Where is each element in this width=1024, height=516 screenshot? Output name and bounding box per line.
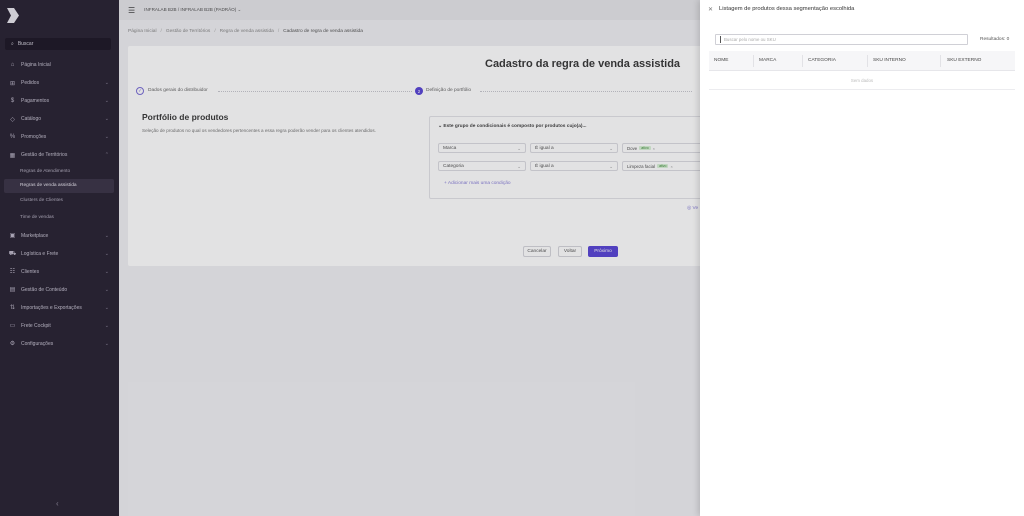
search-placeholder: Buscar pelo nome ou SKU xyxy=(724,37,776,42)
column-header[interactable]: SKU INTERNO xyxy=(873,58,906,63)
products-drawer: ✕ Listagem de produtos dessa segmentação… xyxy=(700,0,1024,516)
results-count: Resultados: 0 xyxy=(980,37,1010,42)
column-header[interactable]: MARCA xyxy=(759,58,776,63)
column-divider xyxy=(867,55,868,67)
column-header[interactable]: NOME xyxy=(714,58,728,63)
column-header[interactable]: SKU EXTERNO xyxy=(947,58,981,63)
empty-state: Sem dados xyxy=(709,71,1015,90)
product-search-input[interactable]: Buscar pelo nome ou SKU xyxy=(715,34,968,45)
products-table-header: NOME MARCA CATEGORIA SKU INTERNO SKU EXT… xyxy=(709,51,1015,71)
column-header[interactable]: CATEGORIA xyxy=(808,58,836,63)
text-caret xyxy=(720,36,721,43)
column-divider xyxy=(802,55,803,67)
column-divider xyxy=(753,55,754,67)
modal-backdrop[interactable] xyxy=(0,0,700,516)
drawer-title: Listagem de produtos dessa segmentação e… xyxy=(719,6,855,12)
column-divider xyxy=(940,55,941,67)
close-icon[interactable]: ✕ xyxy=(708,6,713,13)
